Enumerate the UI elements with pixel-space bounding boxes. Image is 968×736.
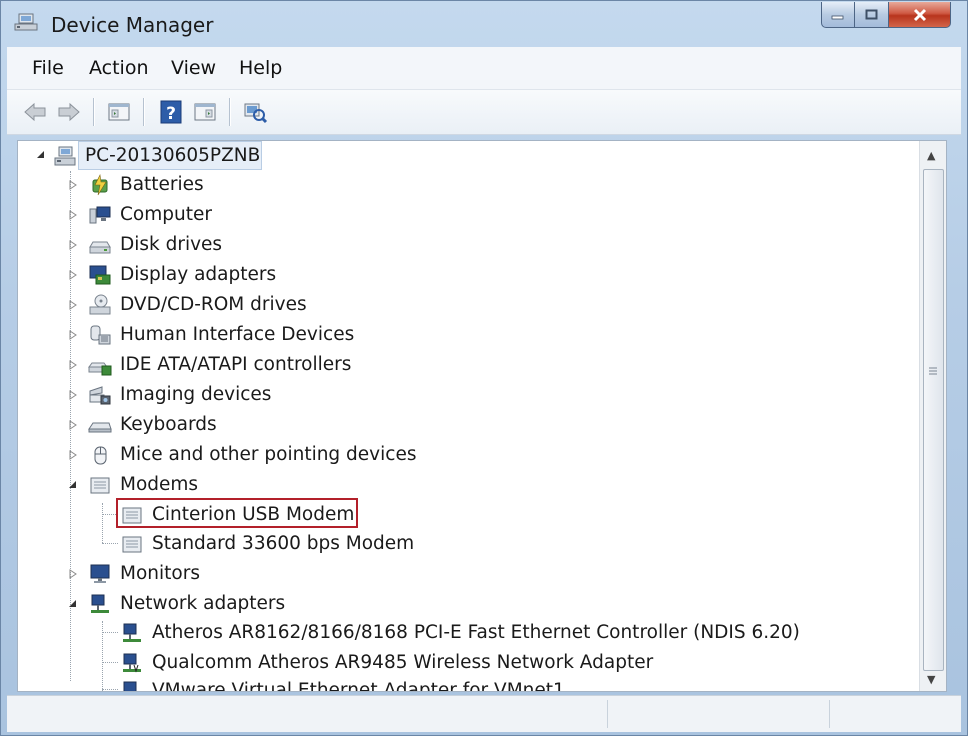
category-label: Batteries (120, 174, 204, 195)
menu-action[interactable]: Action (89, 57, 149, 79)
disk-drive-icon (89, 241, 111, 254)
category-label: IDE ATA/ATAPI controllers (120, 354, 352, 375)
modem-icon (90, 477, 110, 494)
menu-view[interactable]: View (171, 57, 216, 79)
expand-arrow-icon[interactable] (68, 180, 78, 190)
status-bar (7, 695, 961, 732)
svg-text:?: ? (166, 104, 176, 124)
scroll-down-icon[interactable]: ▼ (927, 673, 935, 686)
toolbar-separator (229, 98, 231, 126)
ide-controller-icon (88, 362, 112, 376)
menu-file[interactable]: File (32, 57, 64, 79)
expand-arrow-icon[interactable] (68, 240, 78, 250)
category-label: Monitors (120, 563, 200, 584)
device-manager-window: Device Manager File Action View Help ? P… (0, 0, 968, 736)
root-label: PC-20130605PZNB (85, 145, 261, 166)
network-adapter-icon (123, 653, 141, 673)
collapse-arrow-icon[interactable] (68, 480, 78, 490)
device-manager-icon (14, 13, 38, 31)
keyboard-icon (88, 422, 112, 433)
status-pane (829, 700, 960, 728)
menu-bar: File Action View Help (7, 47, 961, 90)
window-controls (821, 2, 951, 30)
title-bar[interactable]: Device Manager (1, 1, 967, 45)
tree-connector (102, 632, 118, 633)
maximize-icon (865, 9, 877, 19)
menu-help[interactable]: Help (239, 57, 282, 79)
category-label: Computer (120, 204, 212, 225)
category-label: Display adapters (120, 264, 277, 285)
tree-connector (102, 662, 118, 663)
monitor-icon (90, 564, 110, 583)
show-hide-console-icon[interactable] (191, 98, 219, 126)
tree-connector (102, 689, 118, 690)
maximize-button[interactable] (855, 2, 889, 28)
expand-arrow-icon[interactable] (68, 420, 78, 430)
minimize-icon (831, 15, 844, 19)
toolbar-separator (143, 98, 145, 126)
vertical-scrollbar[interactable]: ▲ ▼ (919, 141, 946, 691)
network-adapter-icon (91, 594, 109, 613)
modem-icon (122, 536, 142, 553)
hid-icon (90, 325, 111, 345)
expand-arrow-icon[interactable] (68, 330, 78, 340)
category-label: DVD/CD-ROM drives (120, 294, 307, 315)
minimize-button[interactable] (821, 2, 855, 28)
expand-arrow-icon[interactable] (68, 390, 78, 400)
expand-arrow-icon[interactable] (68, 450, 78, 460)
toolbar: ? (7, 90, 961, 135)
toolbar-separator (93, 98, 95, 126)
device-label: Atheros AR8162/8166/8168 PCI-E Fast Ethe… (152, 622, 800, 643)
display-adapter-icon (89, 265, 111, 285)
collapse-arrow-icon[interactable] (36, 150, 46, 160)
expand-arrow-icon[interactable] (68, 270, 78, 280)
expand-arrow-icon[interactable] (68, 569, 78, 579)
scrollbar-thumb[interactable] (923, 169, 944, 671)
device-tree[interactable]: PC-20130605PZNB Batteries Computer Disk … (17, 140, 947, 692)
expand-arrow-icon[interactable] (68, 360, 78, 370)
tree-connector (102, 543, 118, 544)
device-label: VMware Virtual Ethernet Adapter for VMne… (152, 680, 565, 692)
dvd-drive-icon (89, 294, 111, 315)
imaging-device-icon (89, 386, 111, 405)
computer-icon (89, 206, 111, 224)
category-label: Mice and other pointing devices (120, 444, 417, 465)
back-arrow-icon[interactable] (21, 98, 49, 126)
battery-icon (92, 174, 108, 196)
device-label: Qualcomm Atheros AR9485 Wireless Network… (152, 652, 654, 673)
grip-icon (929, 367, 937, 375)
close-icon (913, 8, 926, 21)
collapse-arrow-icon[interactable] (68, 599, 78, 609)
category-label: Modems (120, 474, 199, 495)
scroll-up-icon[interactable]: ▲ (927, 149, 935, 162)
scan-hardware-icon[interactable] (241, 98, 269, 126)
category-label: Disk drives (120, 234, 223, 255)
expand-arrow-icon[interactable] (68, 210, 78, 220)
close-button[interactable] (889, 2, 951, 28)
highlight-box (116, 498, 358, 528)
status-pane (607, 700, 828, 728)
computer-root-icon (54, 146, 76, 166)
network-adapter-icon (123, 681, 137, 691)
forward-arrow-icon[interactable] (55, 98, 83, 126)
category-label: Human Interface Devices (120, 324, 355, 345)
mouse-icon (94, 446, 107, 465)
device-label: Standard 33600 bps Modem (152, 533, 415, 554)
category-label: Imaging devices (120, 384, 272, 405)
properties-icon[interactable] (105, 98, 133, 126)
help-icon[interactable]: ? (157, 98, 185, 126)
tree-connector (102, 503, 103, 543)
category-label: Keyboards (120, 414, 217, 435)
category-label: Network adapters (120, 593, 286, 614)
window-title: Device Manager (51, 13, 214, 37)
network-adapter-icon (123, 623, 141, 642)
expand-arrow-icon[interactable] (68, 300, 78, 310)
